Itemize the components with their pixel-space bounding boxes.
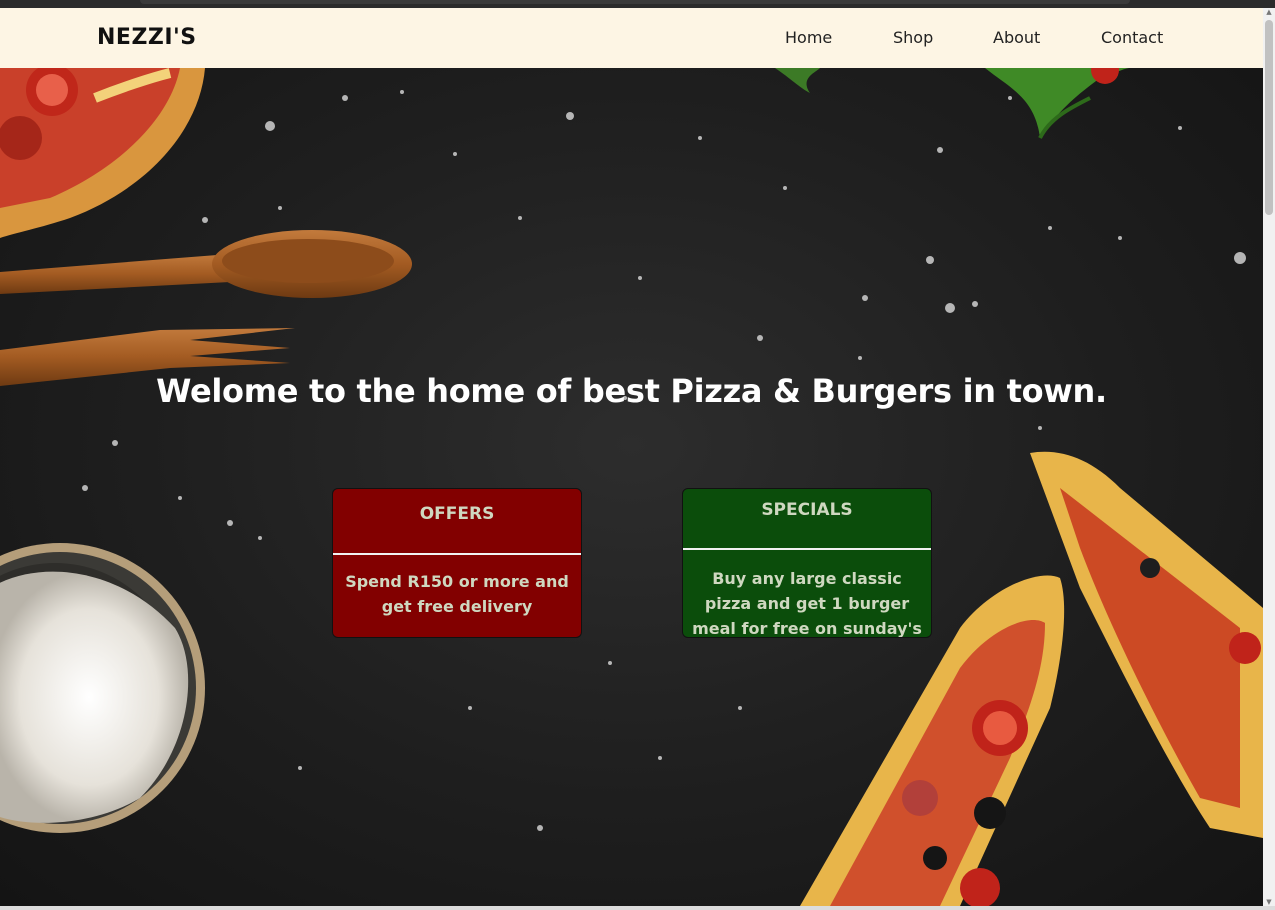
- triangle-down-icon[interactable]: ▼: [1265, 898, 1273, 906]
- scrollbar-thumb[interactable]: [1265, 20, 1273, 215]
- specials-card[interactable]: SPECIALS Buy any large classic pizza and…: [682, 488, 932, 638]
- bottom-strip: [0, 906, 1275, 910]
- hero-headline: Welome to the home of best Pizza & Burge…: [156, 372, 1107, 410]
- flour-bowl: [0, 543, 205, 833]
- brand-logo[interactable]: NEZZI'S: [97, 25, 197, 50]
- nav-link-contact[interactable]: Contact: [1101, 28, 1163, 47]
- specials-card-title: SPECIALS: [683, 489, 931, 550]
- herbs-top-right: [775, 68, 1130, 139]
- wooden-spoon: [0, 230, 412, 298]
- pizza-slice-top-left: [0, 68, 205, 238]
- vertical-scrollbar[interactable]: ▲ ▼: [1263, 8, 1275, 906]
- hero-section: Welome to the home of best Pizza & Burge…: [0, 68, 1263, 906]
- nav-link-home[interactable]: Home: [785, 28, 832, 47]
- specials-card-text: Buy any large classic pizza and get 1 bu…: [692, 569, 922, 638]
- browser-top-bar: [140, 0, 1130, 4]
- browser-top-strip: [0, 0, 1275, 8]
- triangle-up-icon[interactable]: ▲: [1265, 8, 1273, 16]
- hero-background-image: [0, 68, 1263, 906]
- offers-card-text: Spend R150 or more and get free delivery: [345, 572, 569, 616]
- navbar: NEZZI'S Home Shop About Contact: [0, 8, 1263, 68]
- offers-card[interactable]: OFFERS Spend R150 or more and get free d…: [332, 488, 582, 638]
- nav-link-about[interactable]: About: [993, 28, 1040, 47]
- offers-card-title: OFFERS: [333, 489, 581, 555]
- nav-link-shop[interactable]: Shop: [893, 28, 933, 47]
